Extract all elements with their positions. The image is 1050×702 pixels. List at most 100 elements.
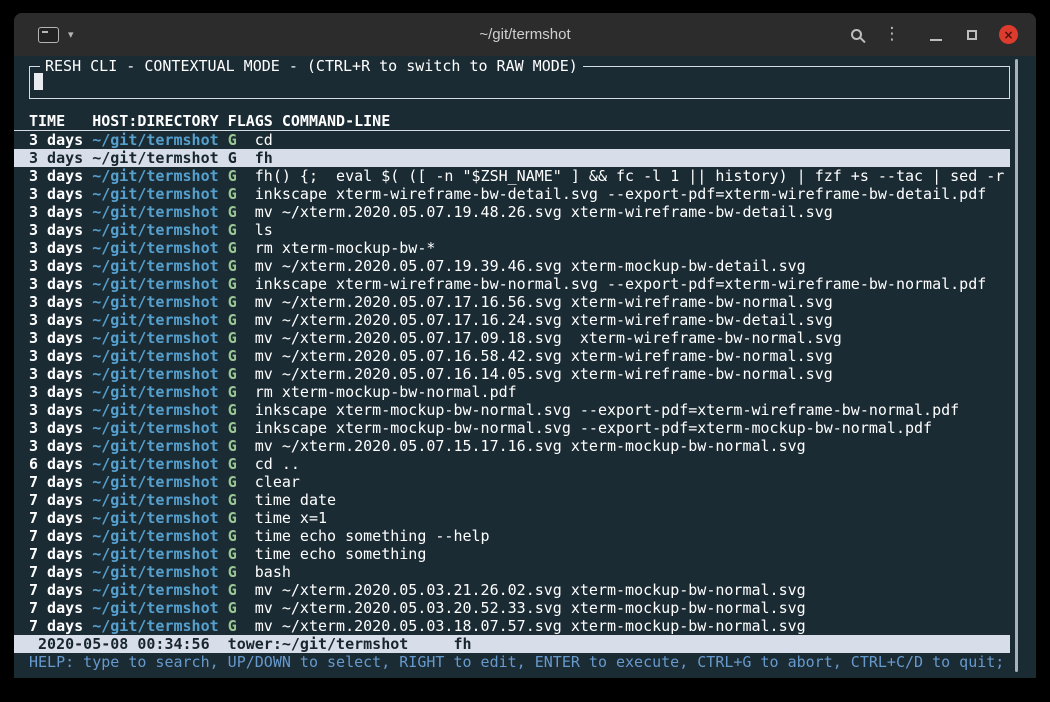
history-row[interactable]: 3 days ~/git/termshot G fh() {; eval $( … bbox=[14, 167, 1010, 185]
row-command: rm xterm-mockup-bw-normal.pdf bbox=[255, 383, 517, 401]
history-row[interactable]: 7 days ~/git/termshot G mv ~/xterm.2020.… bbox=[14, 617, 1010, 635]
restore-button[interactable] bbox=[958, 21, 986, 49]
row-flags: G bbox=[228, 131, 237, 149]
menu-button[interactable]: ⋮ bbox=[878, 21, 906, 49]
row-time: 3 days bbox=[29, 185, 83, 203]
row-command: ls bbox=[255, 221, 273, 239]
row-command: inkscape xterm-mockup-bw-normal.svg --ex… bbox=[255, 419, 932, 437]
history-row[interactable]: 3 days ~/git/termshot G mv ~/xterm.2020.… bbox=[14, 365, 1010, 383]
dropdown-caret-icon: ▾ bbox=[68, 28, 74, 41]
history-row[interactable]: 7 days ~/git/termshot G time echo someth… bbox=[14, 527, 1010, 545]
history-row[interactable]: 6 days ~/git/termshot G cd .. bbox=[14, 455, 1010, 473]
scrollbar[interactable] bbox=[1015, 59, 1018, 672]
history-row[interactable]: 3 days ~/git/termshot G inkscape xterm-w… bbox=[14, 275, 1010, 293]
row-flags: G bbox=[228, 563, 237, 581]
row-command: mv ~/xterm.2020.05.07.17.16.56.svg xterm… bbox=[255, 293, 833, 311]
row-time: 3 days bbox=[29, 311, 83, 329]
titlebar-right-controls: ⋮ × bbox=[842, 21, 1018, 49]
history-row[interactable]: 7 days ~/git/termshot G time x=1 bbox=[14, 509, 1010, 527]
history-row[interactable]: 3 days ~/git/termshot G cd bbox=[14, 131, 1010, 149]
row-time: 3 days bbox=[29, 347, 83, 365]
row-command: mv ~/xterm.2020.05.03.21.26.02.svg xterm… bbox=[255, 581, 806, 599]
minimize-button[interactable] bbox=[922, 21, 950, 49]
close-button[interactable]: × bbox=[999, 25, 1018, 44]
row-directory: ~/git/termshot bbox=[92, 473, 218, 491]
history-row-selected[interactable]: 3 days ~/git/termshot G fh bbox=[14, 149, 1010, 167]
row-flags: G bbox=[228, 203, 237, 221]
history-row[interactable]: 3 days ~/git/termshot G inkscape xterm-w… bbox=[14, 185, 1010, 203]
history-row[interactable]: 3 days ~/git/termshot G ls bbox=[14, 221, 1010, 239]
history-row[interactable]: 7 days ~/git/termshot G mv ~/xterm.2020.… bbox=[14, 599, 1010, 617]
history-row[interactable]: 7 days ~/git/termshot G mv ~/xterm.2020.… bbox=[14, 581, 1010, 599]
row-time: 3 days bbox=[29, 401, 83, 419]
row-flags: G bbox=[228, 617, 237, 635]
history-row[interactable]: 7 days ~/git/termshot G clear bbox=[14, 473, 1010, 491]
history-row[interactable]: 3 days ~/git/termshot G mv ~/xterm.2020.… bbox=[14, 329, 1010, 347]
history-row[interactable]: 3 days ~/git/termshot G rm xterm-mockup-… bbox=[14, 239, 1010, 257]
row-directory: ~/git/termshot bbox=[92, 311, 218, 329]
history-row[interactable]: 3 days ~/git/termshot G inkscape xterm-m… bbox=[14, 419, 1010, 437]
row-flags: G bbox=[228, 347, 237, 365]
row-time: 3 days bbox=[29, 419, 83, 437]
row-time: 7 days bbox=[29, 491, 83, 509]
row-time: 6 days bbox=[29, 455, 83, 473]
row-directory: ~/git/termshot bbox=[92, 347, 218, 365]
row-flags: G bbox=[228, 401, 237, 419]
row-directory: ~/git/termshot bbox=[92, 527, 218, 545]
row-time: 7 days bbox=[29, 599, 83, 617]
history-row[interactable]: 3 days ~/git/termshot G inkscape xterm-m… bbox=[14, 401, 1010, 419]
row-flags: G bbox=[228, 167, 237, 185]
history-row[interactable]: 3 days ~/git/termshot G mv ~/xterm.2020.… bbox=[14, 347, 1010, 365]
history-row[interactable]: 7 days ~/git/termshot G time date bbox=[14, 491, 1010, 509]
row-time: 7 days bbox=[29, 509, 83, 527]
history-list: 3 days ~/git/termshot G cd3 days ~/git/t… bbox=[14, 131, 1010, 635]
kebab-menu-icon: ⋮ bbox=[884, 26, 901, 43]
row-directory: ~/git/termshot bbox=[92, 221, 218, 239]
search-button[interactable] bbox=[842, 21, 870, 49]
row-flags: G bbox=[228, 581, 237, 599]
row-command: rm xterm-mockup-bw-* bbox=[255, 239, 436, 257]
row-time: 7 days bbox=[29, 527, 83, 545]
history-row[interactable]: 3 days ~/git/termshot G mv ~/xterm.2020.… bbox=[14, 203, 1010, 221]
row-flags: G bbox=[228, 257, 237, 275]
history-row[interactable]: 3 days ~/git/termshot G mv ~/xterm.2020.… bbox=[14, 437, 1010, 455]
row-directory: ~/git/termshot bbox=[92, 509, 218, 527]
minimize-icon bbox=[930, 39, 942, 41]
history-row[interactable]: 3 days ~/git/termshot G mv ~/xterm.2020.… bbox=[14, 257, 1010, 275]
row-command: inkscape xterm-wireframe-bw-detail.svg -… bbox=[255, 185, 987, 203]
row-time: 3 days bbox=[29, 275, 83, 293]
text-cursor bbox=[34, 73, 43, 90]
row-directory: ~/git/termshot bbox=[92, 581, 218, 599]
history-row[interactable]: 3 days ~/git/termshot G rm xterm-mockup-… bbox=[14, 383, 1010, 401]
resh-search-box[interactable]: RESH CLI - CONTEXTUAL MODE - (CTRL+R to … bbox=[29, 66, 1010, 99]
history-row[interactable]: 3 days ~/git/termshot G mv ~/xterm.2020.… bbox=[14, 311, 1010, 329]
new-terminal-button[interactable]: ▾ bbox=[28, 27, 74, 43]
row-flags: G bbox=[228, 599, 237, 617]
history-row[interactable]: 7 days ~/git/termshot G bash bbox=[14, 563, 1010, 581]
row-directory: ~/git/termshot bbox=[92, 563, 218, 581]
history-row[interactable]: 7 days ~/git/termshot G time echo someth… bbox=[14, 545, 1010, 563]
row-flags: G bbox=[228, 383, 237, 401]
row-flags: G bbox=[228, 437, 237, 455]
row-directory: ~/git/termshot bbox=[92, 239, 218, 257]
history-row[interactable]: 3 days ~/git/termshot G mv ~/xterm.2020.… bbox=[14, 293, 1010, 311]
row-time: 3 days bbox=[29, 203, 83, 221]
row-directory: ~/git/termshot bbox=[92, 257, 218, 275]
row-flags: G bbox=[228, 527, 237, 545]
row-directory: ~/git/termshot bbox=[92, 419, 218, 437]
restore-icon bbox=[967, 30, 977, 40]
status-bar: 2020-05-08 00:34:56 tower:~/git/termshot… bbox=[14, 635, 1010, 653]
row-flags: G bbox=[228, 365, 237, 383]
row-time: 3 days bbox=[29, 383, 83, 401]
row-time: 3 days bbox=[29, 365, 83, 383]
titlebar[interactable]: ▾ ~/git/termshot ⋮ × bbox=[14, 13, 1036, 56]
row-directory: ~/git/termshot bbox=[92, 383, 218, 401]
row-time: 7 days bbox=[29, 473, 83, 491]
row-command: time date bbox=[255, 491, 336, 509]
row-flags: G bbox=[228, 329, 237, 347]
row-directory: ~/git/termshot bbox=[92, 131, 218, 149]
row-command: inkscape xterm-mockup-bw-normal.svg --ex… bbox=[255, 401, 959, 419]
row-command: mv ~/xterm.2020.05.07.15.17.16.svg xterm… bbox=[255, 437, 806, 455]
row-flags: G bbox=[228, 455, 237, 473]
row-flags: G bbox=[228, 473, 237, 491]
